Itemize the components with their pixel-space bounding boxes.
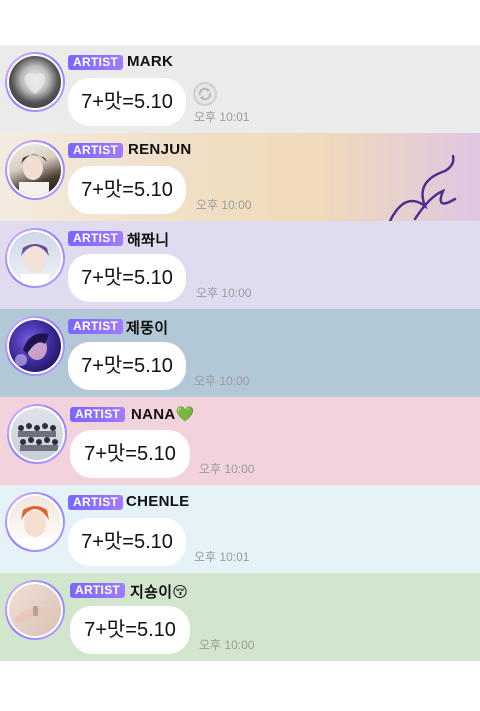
person-photo-icon bbox=[19, 154, 49, 196]
avatar[interactable] bbox=[5, 140, 65, 200]
refresh-icon[interactable] bbox=[192, 81, 218, 107]
artist-badge: ARTIST bbox=[68, 319, 124, 334]
artist-badge: ARTIST bbox=[70, 407, 126, 422]
group-photo-icon bbox=[18, 423, 58, 451]
sender-name: 제뚱이 bbox=[126, 320, 169, 337]
artist-badge: ARTIST bbox=[68, 495, 124, 510]
message-bubble[interactable]: 7+맛=5.10 bbox=[68, 166, 186, 214]
person-photo-icon bbox=[21, 244, 49, 284]
heart-hands-icon bbox=[24, 72, 46, 94]
timestamp: 오후 10:00 bbox=[196, 286, 252, 300]
chat-message-row[interactable]: ARTIST NANA💚 7+맛=5.10 오후 10:00 bbox=[0, 397, 480, 485]
sender-name: MARK bbox=[127, 53, 174, 70]
artist-badge: ARTIST bbox=[68, 55, 124, 70]
message-bubble[interactable]: 7+맛=5.10 bbox=[68, 254, 186, 302]
message-bubble[interactable]: 7+맛=5.10 bbox=[70, 606, 190, 654]
signature-scribble bbox=[388, 154, 457, 221]
avatar[interactable] bbox=[5, 492, 65, 552]
chat-message-row[interactable]: ARTIST RENJUN 7+맛=5.10 오후 10:00 bbox=[0, 133, 480, 221]
message-bubble[interactable]: 7+맛=5.10 bbox=[70, 430, 190, 478]
sender-name: NANA💚 bbox=[131, 406, 195, 423]
chat-message-row[interactable]: ARTIST CHENLE 7+맛=5.10 오후 10:01 bbox=[0, 485, 480, 573]
sender-name: CHENLE bbox=[126, 493, 190, 510]
timestamp: 오후 10:00 bbox=[199, 638, 255, 652]
message-bubble[interactable]: 7+맛=5.10 bbox=[68, 518, 186, 566]
person-photo-icon bbox=[15, 333, 49, 366]
artist-badge: ARTIST bbox=[70, 583, 126, 598]
timestamp: 오후 10:00 bbox=[194, 374, 250, 388]
timestamp: 오후 10:00 bbox=[196, 198, 252, 212]
sender-name: RENJUN bbox=[128, 141, 192, 158]
sender-name: 지숑이😚 bbox=[130, 584, 189, 601]
message-bubble[interactable]: 7+맛=5.10 bbox=[68, 78, 186, 126]
avatar[interactable] bbox=[5, 316, 65, 376]
chat-message-row[interactable]: ARTIST 지숑이😚 7+맛=5.10 오후 10:00 bbox=[0, 573, 480, 661]
chat-message-row[interactable]: ARTIST 해쫘니 7+맛=5.10 오후 10:00 bbox=[0, 221, 480, 309]
chat-message-row[interactable]: ARTIST 제뚱이 7+맛=5.10 오후 10:00 bbox=[0, 309, 480, 397]
hand-ring-photo-icon bbox=[15, 606, 55, 624]
chat-message-row[interactable]: ARTIST MARK 7+맛=5.10 오후 10:01 bbox=[0, 45, 480, 133]
avatar[interactable] bbox=[7, 404, 67, 464]
timestamp: 오후 10:01 bbox=[194, 110, 250, 124]
avatar[interactable] bbox=[5, 52, 65, 112]
timestamp: 오후 10:00 bbox=[199, 462, 255, 476]
artist-badge: ARTIST bbox=[68, 231, 124, 246]
avatar[interactable] bbox=[5, 580, 65, 640]
timestamp: 오후 10:01 bbox=[194, 550, 250, 564]
person-photo-icon bbox=[21, 506, 49, 548]
avatar[interactable] bbox=[5, 228, 65, 288]
message-bubble[interactable]: 7+맛=5.10 bbox=[68, 342, 186, 390]
artist-badge: ARTIST bbox=[68, 143, 124, 158]
sender-name: 해쫘니 bbox=[127, 232, 170, 249]
